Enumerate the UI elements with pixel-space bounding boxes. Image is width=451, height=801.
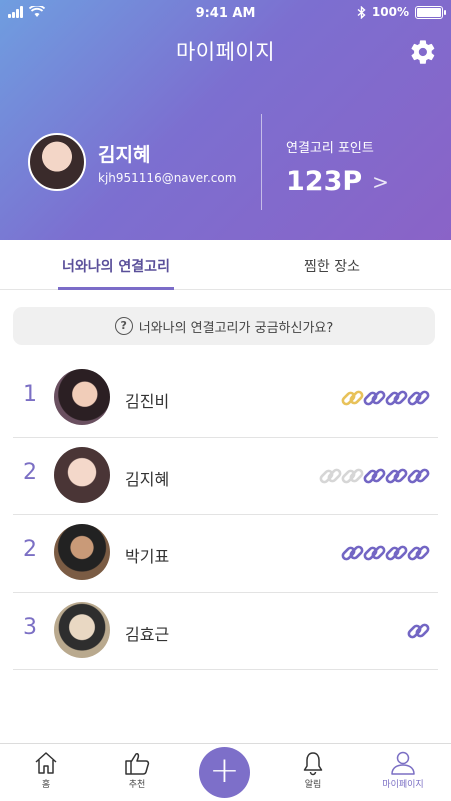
info-banner-text: 너와나의 연결고리가 궁금하신가요? bbox=[138, 320, 334, 336]
avatar[interactable] bbox=[28, 133, 86, 191]
chain-rating bbox=[341, 541, 432, 565]
profile-email: kjh951116@naver.com bbox=[98, 170, 237, 185]
nav-mypage-label: 마이페이지 bbox=[382, 780, 424, 790]
tab-saved-places[interactable]: 찜한 장소 bbox=[290, 240, 374, 290]
chain-link-icon bbox=[407, 623, 430, 638]
thumbs-up-icon bbox=[125, 753, 150, 775]
question-icon: ? bbox=[114, 317, 133, 335]
tab-bar: 너와나의 연결고리 찜한 장소 bbox=[0, 240, 451, 290]
nav-home-label: 홈 bbox=[41, 780, 51, 790]
points-value: 123P bbox=[286, 166, 363, 197]
home-icon bbox=[35, 752, 57, 774]
chain-rating bbox=[341, 386, 432, 410]
battery-percent: 100% bbox=[371, 5, 409, 19]
header: 9:41 AM 100% 마이페이지 김지혜 kjh951116@naver.c… bbox=[0, 0, 451, 240]
rank-number: 2 bbox=[23, 459, 37, 485]
gear-icon[interactable] bbox=[409, 38, 437, 66]
list-item[interactable]: 3 김효근 bbox=[13, 593, 438, 670]
profile-summary: 김지혜 kjh951116@naver.com bbox=[28, 133, 236, 191]
user-icon bbox=[391, 751, 415, 775]
profile-name: 김지혜 bbox=[98, 143, 151, 166]
chain-rating bbox=[319, 464, 432, 488]
add-button[interactable]: + bbox=[199, 747, 250, 798]
nav-recommend-label: 추천 bbox=[128, 780, 146, 790]
avatar bbox=[54, 601, 110, 658]
list-item[interactable]: 1 김진비 bbox=[13, 360, 438, 438]
header-divider bbox=[261, 114, 262, 210]
rank-number: 1 bbox=[23, 382, 37, 407]
chevron-right-icon: > bbox=[372, 169, 389, 194]
friend-name: 김효근 bbox=[125, 624, 170, 644]
status-right: 100% bbox=[357, 5, 446, 19]
nav-alarm-label: 알림 bbox=[304, 780, 322, 790]
friend-name: 김지혜 bbox=[125, 469, 170, 489]
page-title: 마이페이지 bbox=[175, 40, 276, 64]
rank-number: 3 bbox=[23, 614, 37, 640]
avatar bbox=[54, 369, 110, 425]
chain-rating bbox=[407, 619, 432, 643]
ranking-list: 1 김진비 2 김지혜 2 박기표 3 김효근 bbox=[13, 360, 438, 670]
list-item[interactable]: 2 김지혜 bbox=[13, 438, 438, 515]
nav-mypage[interactable]: 마이페이지 bbox=[373, 750, 433, 790]
nav-recommend[interactable]: 추천 bbox=[107, 750, 167, 790]
chain-link-icon bbox=[407, 468, 430, 483]
bluetooth-icon bbox=[357, 5, 366, 19]
avatar bbox=[54, 524, 110, 580]
friend-name: 박기표 bbox=[125, 547, 170, 566]
status-bar: 9:41 AM 100% bbox=[0, 0, 451, 26]
tab-connection[interactable]: 너와나의 연결고리 bbox=[58, 240, 174, 290]
rank-number: 2 bbox=[23, 537, 37, 562]
nav-home[interactable]: 홈 bbox=[16, 750, 76, 790]
nav-alarm[interactable]: 알림 bbox=[283, 750, 343, 790]
points-label: 연결고리 포인트 bbox=[286, 141, 374, 156]
chain-link-icon bbox=[407, 390, 430, 406]
list-item[interactable]: 2 박기표 bbox=[13, 515, 438, 593]
bell-icon bbox=[303, 752, 323, 776]
avatar bbox=[54, 446, 110, 503]
points-panel[interactable]: 연결고리 포인트 123P > bbox=[286, 137, 389, 197]
info-banner[interactable]: ? 너와나의 연결고리가 궁금하신가요? bbox=[13, 307, 435, 345]
chain-link-icon bbox=[407, 545, 430, 561]
battery-icon bbox=[415, 5, 446, 19]
friend-name: 김진비 bbox=[125, 392, 170, 411]
